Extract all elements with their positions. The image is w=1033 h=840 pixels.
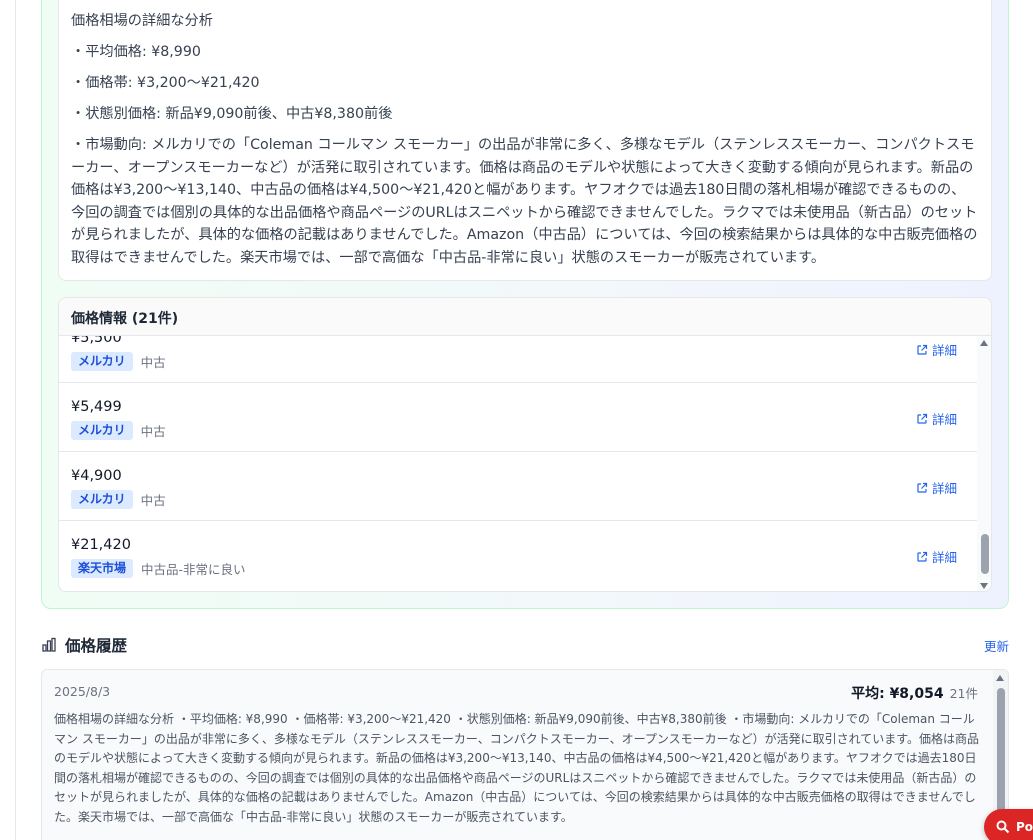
price-item: ¥21,420 楽天市場 中古品-非常に良い 詳細 xyxy=(59,521,977,590)
price-history-header: 価格履歴 更新 xyxy=(41,633,1009,657)
bar-chart-icon xyxy=(42,637,56,652)
floating-search-button[interactable]: Po xyxy=(984,809,1033,840)
analysis-text: 価格相場の詳細な分析 ・平均価格: ¥8,990 ・価格帯: ¥3,200〜¥2… xyxy=(58,0,992,281)
price-list-scrollbar[interactable] xyxy=(977,336,991,591)
source-badge: メルカリ xyxy=(71,352,133,371)
condition-label: 中古 xyxy=(140,424,166,439)
price-item: ¥5,500 メルカリ 中古 詳細 xyxy=(59,336,977,383)
price-list[interactable]: ¥5,500 メルカリ 中古 詳細 ¥5,499 メルカリ 中古 詳細 ¥4,9… xyxy=(59,336,977,591)
analysis-range: ・価格帯: ¥3,200〜¥21,420 xyxy=(71,75,260,91)
price-value: ¥5,499 xyxy=(71,399,122,415)
history-description: 価格相場の詳細な分析 ・平均価格: ¥8,990 ・価格帯: ¥3,200〜¥2… xyxy=(54,712,980,824)
detail-label: 詳細 xyxy=(931,412,957,427)
external-link-icon xyxy=(917,482,928,493)
condition-label: 中古品-非常に良い xyxy=(141,562,246,577)
history-entry: 2025/8/3 平均: ¥8,054 21件 価格相場の詳細な分析 ・平均価格:… xyxy=(41,669,1009,840)
history-average: 平均: ¥8,054 21件 xyxy=(851,683,978,703)
source-badge: メルカリ xyxy=(71,421,133,440)
price-info-card: 価格情報 (21件) ¥5,500 メルカリ 中古 詳細 ¥5,499 メルカリ… xyxy=(58,297,992,592)
history-date: 2025/8/3 xyxy=(54,684,111,699)
external-link-icon xyxy=(917,344,928,355)
refresh-button[interactable]: 更新 xyxy=(984,636,1009,655)
external-link-icon xyxy=(917,413,928,424)
source-badge: 楽天市場 xyxy=(71,559,134,578)
price-value: ¥5,500 xyxy=(71,336,122,346)
detail-link[interactable]: 詳細 xyxy=(916,340,957,359)
analysis-by-condition: ・状態別価格: 新品¥9,090前後、中古¥8,380前後 xyxy=(71,106,393,122)
history-average-value: 平均: ¥8,054 xyxy=(851,686,944,702)
price-item: ¥4,900 メルカリ 中古 詳細 xyxy=(59,452,977,521)
detail-label: 詳細 xyxy=(931,343,957,358)
price-item: ¥5,499 メルカリ 中古 詳細 xyxy=(59,383,977,452)
detail-label: 詳細 xyxy=(931,550,957,565)
analysis-heading: 価格相場の詳細な分析 xyxy=(71,13,213,29)
condition-label: 中古 xyxy=(140,493,166,508)
external-link-icon xyxy=(917,551,928,562)
scroll-thumb[interactable] xyxy=(981,534,989,574)
detail-label: 詳細 xyxy=(931,481,957,496)
price-info-title: 価格情報 (21件) xyxy=(59,298,991,336)
analysis-market-trend: ・市場動向: メルカリでの「Coleman コールマン スモーカー」の出品が非常… xyxy=(71,137,978,266)
condition-label: 中古 xyxy=(140,355,166,370)
detail-link[interactable]: 詳細 xyxy=(916,547,957,566)
search-icon xyxy=(996,820,1010,834)
floating-button-label: Po xyxy=(1016,820,1033,834)
detail-link[interactable]: 詳細 xyxy=(916,478,957,497)
detail-link[interactable]: 詳細 xyxy=(916,409,957,428)
price-value: ¥21,420 xyxy=(71,537,131,553)
scroll-down-arrow-icon[interactable] xyxy=(980,583,988,589)
price-history-title: 価格履歴 xyxy=(65,637,128,655)
scroll-up-arrow-icon[interactable] xyxy=(996,675,1004,681)
scroll-up-arrow-icon[interactable] xyxy=(980,340,988,346)
source-badge: メルカリ xyxy=(71,490,133,509)
history-count: 21件 xyxy=(949,686,978,701)
price-value: ¥4,900 xyxy=(71,468,122,484)
analysis-average: ・平均価格: ¥8,990 xyxy=(71,44,201,60)
